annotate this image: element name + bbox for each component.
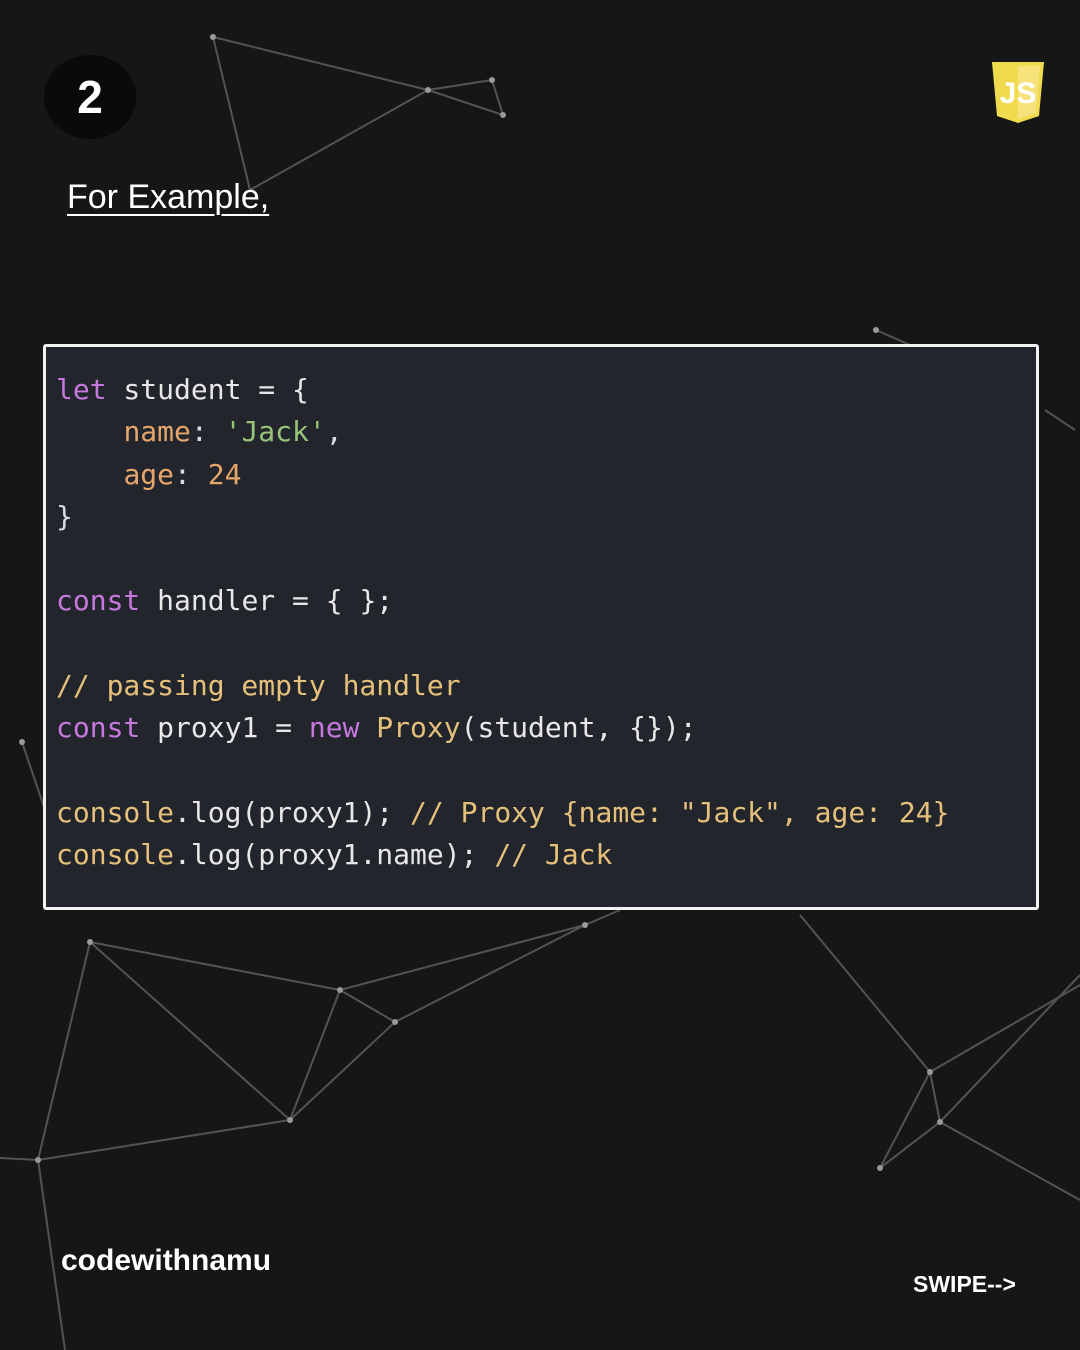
code-line-9: const proxy1 = new Proxy(student, {});: [56, 711, 697, 745]
code-line-11: console.log(proxy1); // Proxy {name: "Ja…: [56, 795, 950, 829]
brand-handle: codewithnamu: [61, 1244, 272, 1277]
code-line-2: name: 'Jack',: [123, 415, 343, 449]
code-line-12: console.log(proxy1.name); // Jack: [56, 838, 613, 872]
swipe-indicator[interactable]: SWIPE-->: [913, 1271, 1016, 1298]
javascript-shield-icon: JS: [992, 62, 1044, 123]
section-heading: For Example,: [67, 178, 270, 216]
code-line-3: age: 24: [123, 457, 242, 491]
code-line-6: const handler = { };: [56, 584, 394, 618]
code-line-4: }: [56, 499, 73, 533]
code-text: let student = { name: 'Jack', age: 24 } …: [56, 369, 949, 877]
code-comment-line: // passing empty handler: [56, 669, 461, 703]
slide-number: 2: [77, 71, 103, 123]
slide-number-badge: 2: [44, 55, 136, 139]
code-block: let student = { name: 'Jack', age: 24 } …: [43, 344, 1039, 910]
js-logo-text: JS: [1000, 77, 1037, 110]
code-line-1: let student = {: [56, 373, 309, 406]
